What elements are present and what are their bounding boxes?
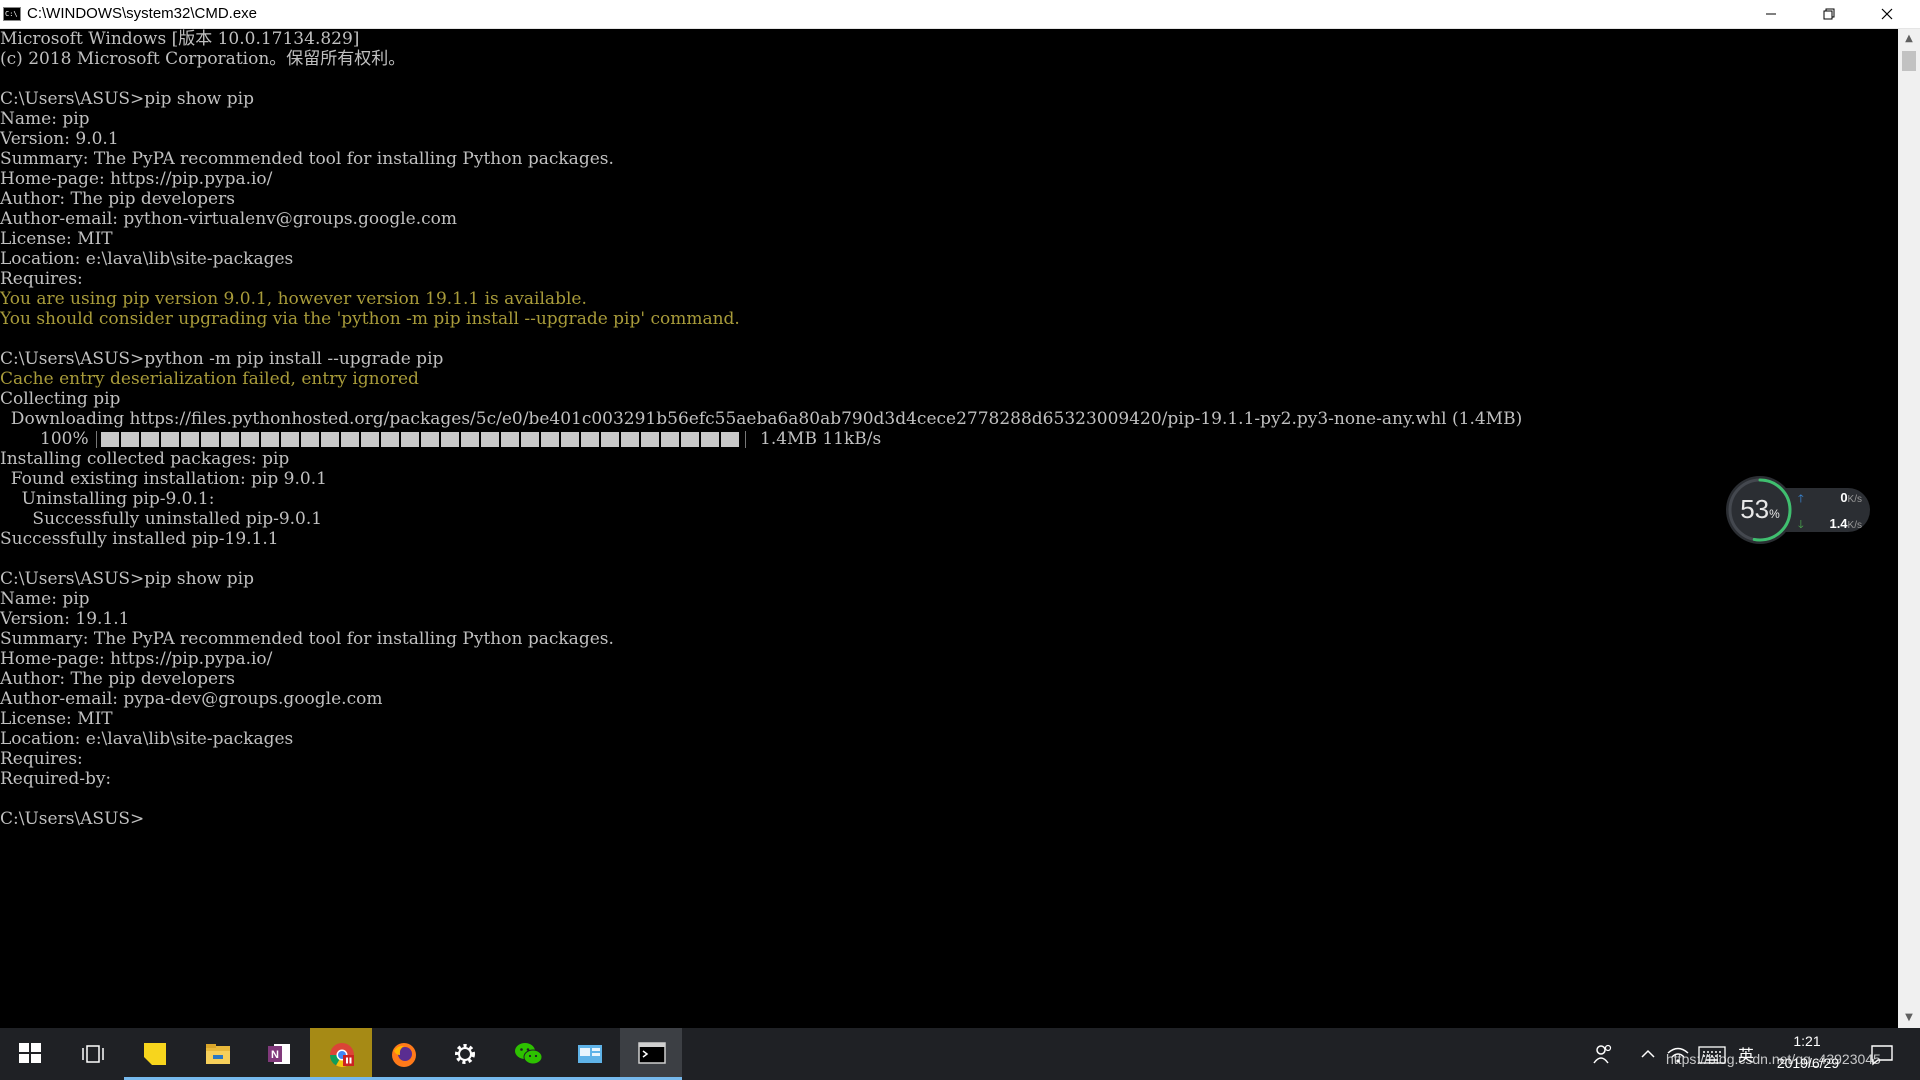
vertical-scrollbar[interactable]: ▲ ▼: [1898, 29, 1920, 1028]
minimize-button[interactable]: [1742, 0, 1800, 29]
control-panel-icon: [578, 1045, 602, 1063]
taskbar-firefox[interactable]: [372, 1028, 434, 1080]
onenote-icon: N: [268, 1044, 290, 1064]
console-line: Successfully uninstalled pip-9.0.1: [0, 509, 323, 529]
minimize-icon: [1766, 13, 1776, 15]
cmd-icon: [638, 1042, 666, 1064]
console-line: Successfully installed pip-19.1.1: [0, 529, 279, 549]
taskbar-cmd[interactable]: [620, 1028, 682, 1080]
window-title: C:\WINDOWS\system32\CMD.exe: [27, 5, 258, 22]
close-button[interactable]: [1858, 0, 1916, 29]
console-line: Collecting pip: [0, 389, 121, 409]
console-line: Author-email: pypa-dev@groups.google.com: [0, 689, 383, 709]
console-line: Requires:: [0, 269, 83, 289]
people-icon: [1593, 1044, 1612, 1064]
console-line: Author: The pip developers: [0, 669, 235, 689]
folder-icon: [206, 1044, 230, 1064]
console-line: C:\Users\ASUS>: [0, 809, 145, 829]
console-line: Found existing installation: pip 9.0.1: [0, 469, 327, 489]
memory-percent: 53%: [1740, 494, 1780, 524]
task-view-icon: [82, 1045, 104, 1063]
sticky-notes-icon: [144, 1043, 166, 1065]
taskbar-control-panel[interactable]: [558, 1028, 620, 1080]
console-line: Required-by:: [0, 769, 112, 789]
console-line: Name: pip: [0, 109, 90, 129]
console-line: Author-email: python-virtualenv@groups.g…: [0, 209, 457, 229]
console-line: Author: The pip developers: [0, 189, 235, 209]
console-line: Downloading https://files.pythonhosted.o…: [0, 409, 1523, 429]
restore-button[interactable]: [1800, 0, 1858, 29]
close-icon: [1881, 8, 1893, 20]
console-line: Summary: The PyPA recommended tool for i…: [0, 629, 614, 649]
taskbar-chrome[interactable]: [310, 1028, 372, 1080]
taskbar-wechat[interactable]: [496, 1028, 558, 1080]
console-line: Name: pip: [0, 589, 90, 609]
window-title-bar[interactable]: C:\ C:\WINDOWS\system32\CMD.exe: [0, 0, 1920, 29]
console-line: License: MIT: [0, 229, 113, 249]
console-line: Home-page: https://pip.pypa.io/: [0, 649, 273, 669]
firefox-icon: [392, 1043, 416, 1067]
clock-time[interactable]: 1:21: [1791, 1033, 1823, 1049]
console-line: (c) 2018 Microsoft Corporation。保留所有权利。: [0, 49, 406, 69]
scroll-up-icon[interactable]: ▲: [1898, 29, 1920, 49]
upload-arrow-icon: 🡑: [1798, 492, 1804, 505]
download-arrow-icon: 🡓: [1798, 518, 1804, 531]
console-line: Uninstalling pip-9.0.1:: [0, 489, 215, 509]
console-line: Location: e:\lava\lib\site-packages: [0, 729, 294, 749]
upload-speed: 0K/s: [1840, 490, 1862, 505]
console-line: You should consider upgrading via the 'p…: [0, 309, 740, 329]
download-speed: 1.4K/s: [1829, 516, 1862, 531]
progress-bar: [96, 431, 746, 448]
start-button[interactable]: [0, 1028, 62, 1080]
chrome-icon: [330, 1043, 354, 1068]
gear-icon: [455, 1044, 475, 1064]
console-line: Home-page: https://pip.pypa.io/: [0, 169, 273, 189]
show-hidden-icons-button[interactable]: [1636, 1028, 1660, 1080]
scroll-thumb[interactable]: [1902, 51, 1916, 71]
progress-stats: 1.4MB 11kB/s: [760, 429, 882, 449]
network-monitor-widget[interactable]: 53% 🡑 🡓 0K/s 1.4K/s: [1724, 474, 1870, 546]
cmd-icon: C:\: [3, 7, 21, 21]
console-line: Installing collected packages: pip: [0, 449, 290, 469]
windows-logo-icon: [19, 1043, 41, 1063]
restore-icon: [1823, 8, 1835, 20]
console-output[interactable]: Microsoft Windows [版本 10.0.17134.829] (c)…: [0, 29, 1898, 1028]
chevron-up-icon: [1641, 1049, 1655, 1058]
url-watermark: https://blog.csdn.net/qq_43923045: [1666, 1051, 1881, 1067]
svg-text:N: N: [271, 1049, 279, 1061]
scroll-down-icon[interactable]: ▼: [1898, 1008, 1920, 1028]
console-line: Requires:: [0, 749, 83, 769]
console-line: Version: 9.0.1: [0, 129, 119, 149]
taskbar-onenote[interactable]: N: [248, 1028, 310, 1080]
progress-bar-fill: [101, 432, 741, 447]
taskbar-file-explorer[interactable]: [186, 1028, 248, 1080]
wechat-icon: [515, 1043, 543, 1065]
console-line: Summary: The PyPA recommended tool for i…: [0, 149, 614, 169]
console-line: You are using pip version 9.0.1, however…: [0, 289, 587, 309]
console-line: C:\Users\ASUS>pip show pip: [0, 89, 254, 109]
console-line: Version: 19.1.1: [0, 609, 130, 629]
console-line: C:\Users\ASUS>pip show pip: [0, 569, 254, 589]
taskbar-settings[interactable]: [434, 1028, 496, 1080]
console-line: Microsoft Windows [版本 10.0.17134.829]: [0, 29, 360, 49]
console-line: License: MIT: [0, 709, 113, 729]
taskbar: N 英 1:21 2019/6/29: [0, 1028, 1920, 1080]
console-line: C:\Users\ASUS>python -m pip install --up…: [0, 349, 444, 369]
progress-percent: 100%: [40, 429, 89, 449]
people-button[interactable]: [1588, 1028, 1618, 1080]
console-line: Location: e:\lava\lib\site-packages: [0, 249, 294, 269]
taskbar-sticky-notes[interactable]: [124, 1028, 186, 1080]
console-line: Cache entry deserialization failed, entr…: [0, 369, 419, 389]
task-view-button[interactable]: [62, 1028, 124, 1080]
